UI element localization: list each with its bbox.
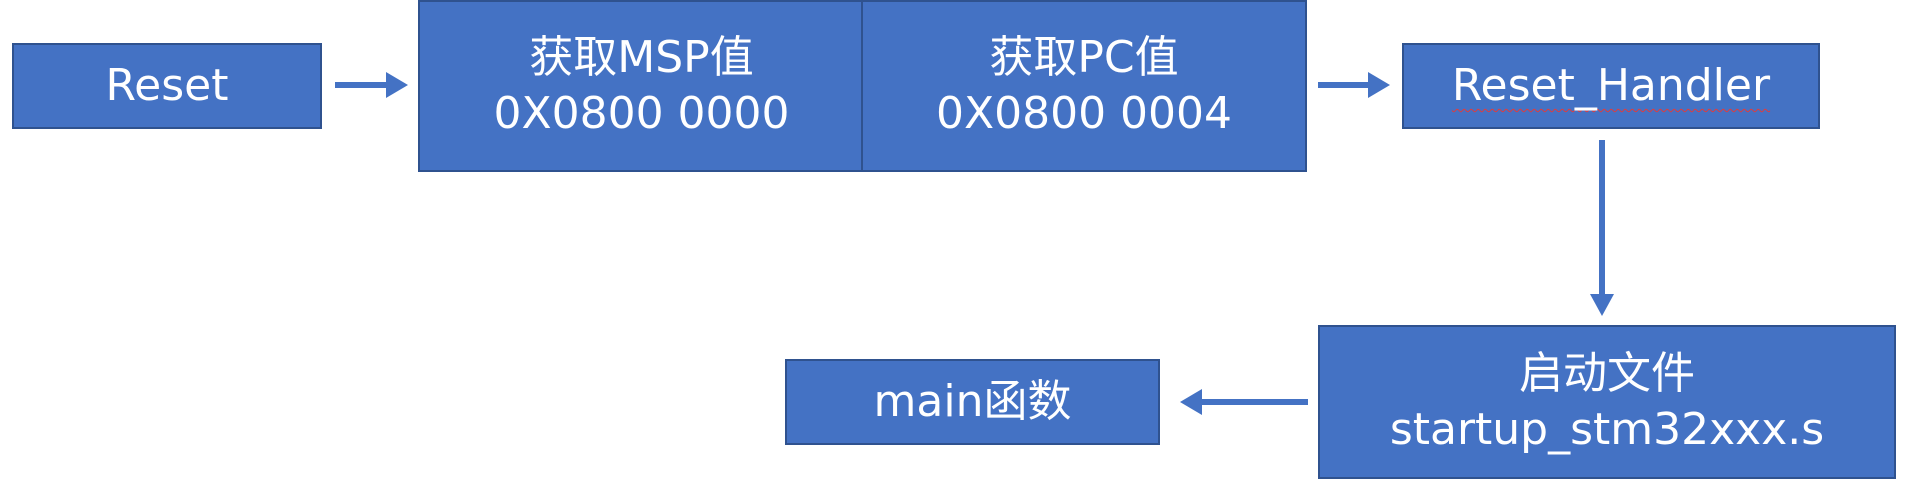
startup-file-node-filename: startup_stm32xxx.s bbox=[1389, 404, 1825, 455]
arrow-reset-to-msp bbox=[335, 72, 408, 98]
main-function-node-label: main函数 bbox=[873, 376, 1072, 427]
get-msp-node: 获取MSP值 0X0800 0000 bbox=[418, 0, 865, 172]
arrow-pc-to-reset-handler bbox=[1318, 72, 1390, 98]
main-function-node: main函数 bbox=[785, 359, 1160, 445]
startup-file-node-title: 启动文件 bbox=[1519, 348, 1695, 399]
get-pc-node-title: 获取PC值 bbox=[989, 32, 1179, 83]
reset-handler-node-label: Reset_Handler bbox=[1451, 60, 1771, 111]
arrow-reset-handler-to-startup bbox=[1590, 140, 1614, 316]
reset-node-label: Reset bbox=[105, 60, 229, 111]
arrow-startup-to-main bbox=[1180, 389, 1308, 415]
get-msp-node-title: 获取MSP值 bbox=[529, 32, 754, 83]
reset-handler-node: Reset_Handler bbox=[1402, 43, 1820, 129]
get-pc-node-address: 0X0800 0004 bbox=[935, 88, 1233, 139]
startup-file-node: 启动文件 startup_stm32xxx.s bbox=[1318, 325, 1896, 479]
get-pc-node: 获取PC值 0X0800 0004 bbox=[861, 0, 1307, 172]
reset-node: Reset bbox=[12, 43, 322, 129]
get-msp-node-address: 0X0800 0000 bbox=[493, 88, 790, 139]
